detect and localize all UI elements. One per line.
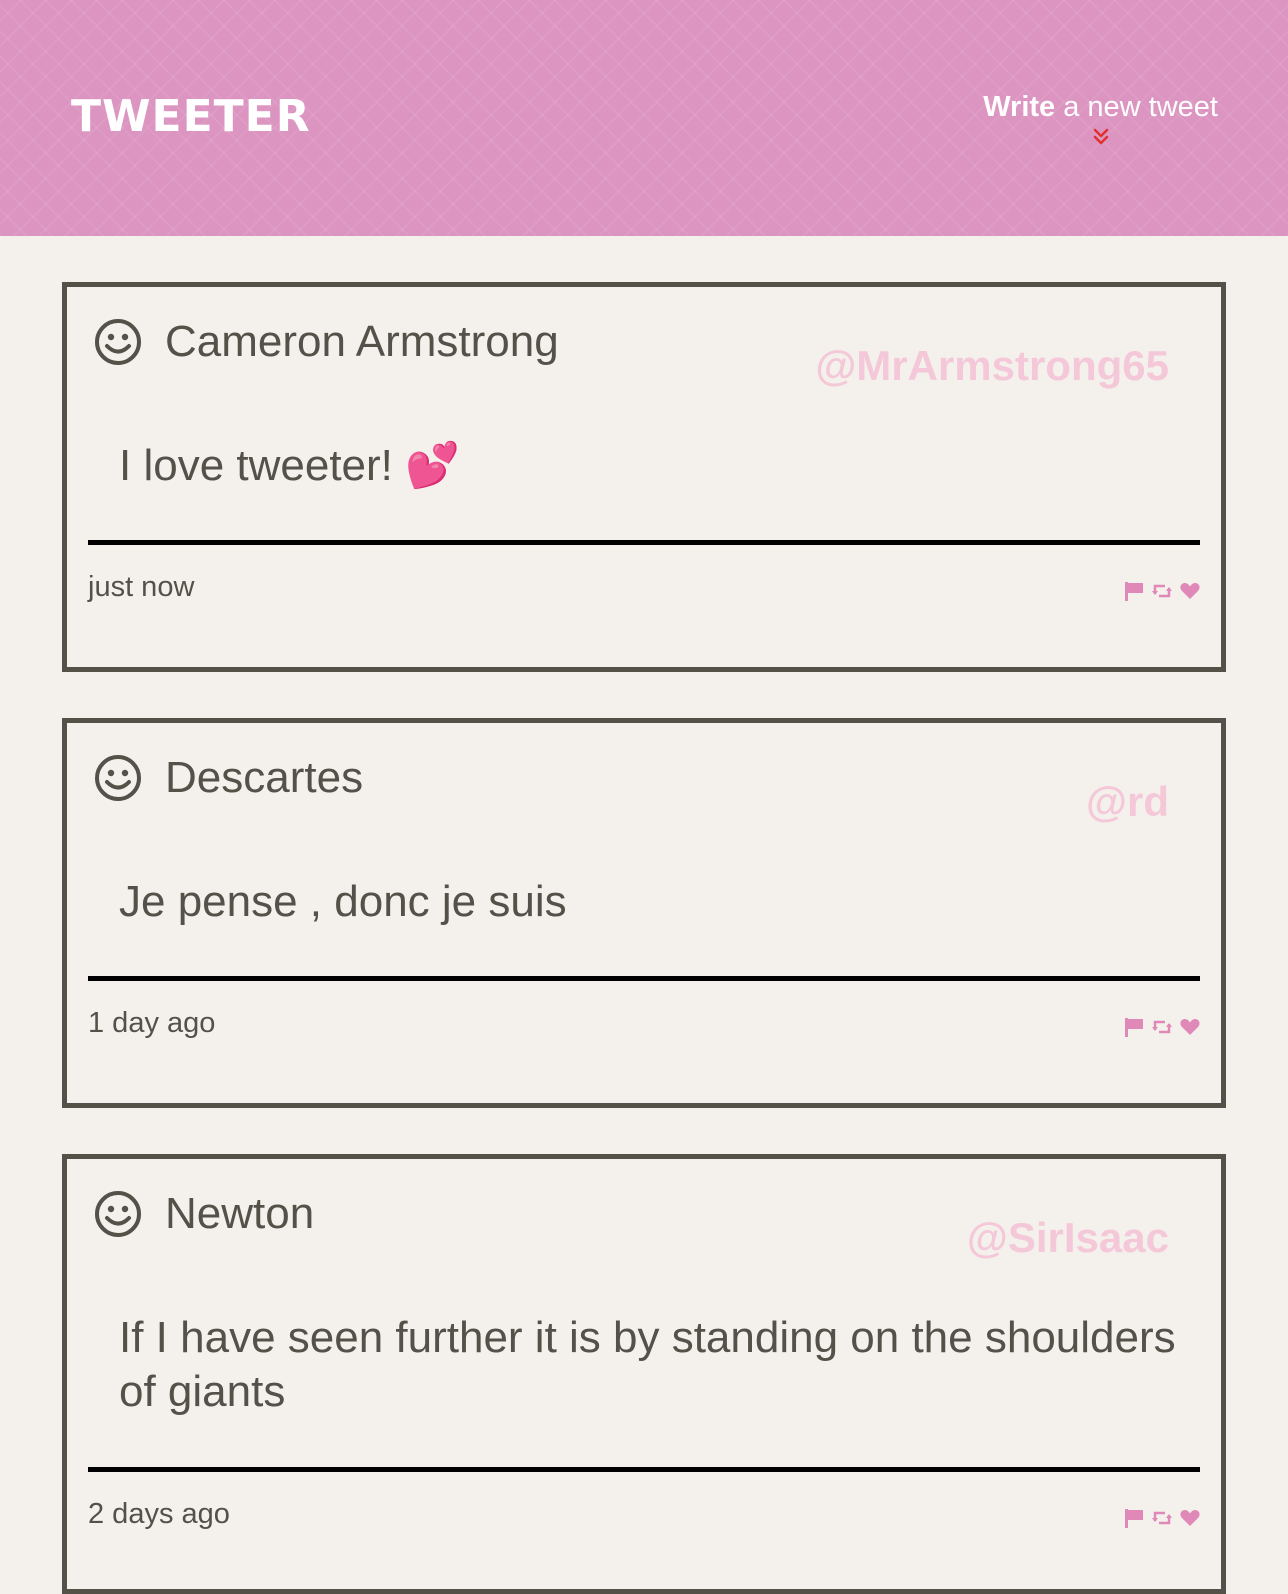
tweet-timestamp: 2 days ago bbox=[88, 1498, 230, 1530]
top-nav: TWEETER Write a new tweet bbox=[0, 0, 1288, 236]
compose-label-rest: a new tweet bbox=[1055, 91, 1218, 123]
tweet-text: I love tweeter! 💕 bbox=[119, 441, 460, 490]
retweet-icon[interactable] bbox=[1151, 1507, 1173, 1529]
flag-icon[interactable] bbox=[1123, 1016, 1145, 1038]
retweet-icon[interactable] bbox=[1151, 1016, 1173, 1038]
tweet-author-name: Cameron Armstrong bbox=[165, 317, 559, 366]
tweet-text: Je pense , donc je suis bbox=[119, 877, 567, 926]
heart-icon[interactable] bbox=[1179, 1507, 1201, 1529]
tweet-card: Newton @SirIsaac If I have seen further … bbox=[62, 1154, 1226, 1594]
tweet-timestamp: just now bbox=[88, 571, 195, 603]
heart-icon[interactable] bbox=[1179, 1016, 1201, 1038]
tweet-author-name: Descartes bbox=[165, 753, 364, 802]
tweet-card: Cameron Armstrong @MrArmstrong65 I love … bbox=[62, 282, 1226, 672]
flag-icon[interactable] bbox=[1123, 580, 1145, 602]
tweet-card: Descartes @rd Je pense , donc je suis 1 … bbox=[62, 718, 1226, 1108]
compose-toggle-button[interactable]: Write a new tweet bbox=[983, 88, 1218, 148]
tweet-text: If I have seen further it is by standing… bbox=[119, 1313, 1176, 1416]
retweet-icon[interactable] bbox=[1151, 580, 1173, 602]
tweet-timestamp: 1 day ago bbox=[88, 1007, 216, 1039]
compose-label[interactable]: Write a new tweet bbox=[983, 88, 1218, 126]
smiley-face-icon bbox=[95, 319, 141, 365]
tweet-author-handle: @MrArmstrong65 bbox=[815, 342, 1169, 389]
tweet-author-name: Newton bbox=[165, 1189, 315, 1238]
tweet-divider bbox=[88, 1467, 1200, 1472]
heart-icon[interactable] bbox=[1179, 580, 1201, 602]
compose-label-strong: Write bbox=[983, 91, 1056, 123]
tweet-divider bbox=[88, 540, 1200, 545]
tweet-author-handle: @rd bbox=[1086, 778, 1169, 825]
smiley-face-icon bbox=[95, 755, 141, 801]
tweet-divider bbox=[88, 976, 1200, 981]
tweet-author-handle: @SirIsaac bbox=[966, 1214, 1169, 1261]
tweet-actions bbox=[1123, 580, 1201, 602]
flag-icon[interactable] bbox=[1123, 1507, 1145, 1529]
chevron-double-down-icon[interactable] bbox=[1091, 126, 1111, 148]
smiley-face-icon bbox=[95, 1191, 141, 1237]
tweet-actions bbox=[1123, 1016, 1201, 1038]
tweet-actions bbox=[1123, 1507, 1201, 1529]
app-logo: TWEETER bbox=[71, 91, 311, 142]
